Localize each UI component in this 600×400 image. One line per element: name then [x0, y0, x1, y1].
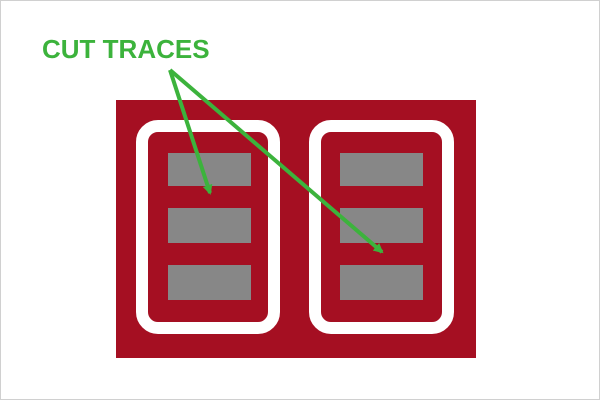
pad: [168, 208, 251, 243]
left-pad-group: [168, 153, 251, 300]
pad: [340, 265, 423, 300]
cut-traces-diagram: CUT TRACES: [42, 34, 476, 358]
pad: [340, 153, 423, 186]
pad: [168, 265, 251, 300]
cut-traces-label: CUT TRACES: [42, 34, 210, 64]
pad: [168, 153, 251, 186]
